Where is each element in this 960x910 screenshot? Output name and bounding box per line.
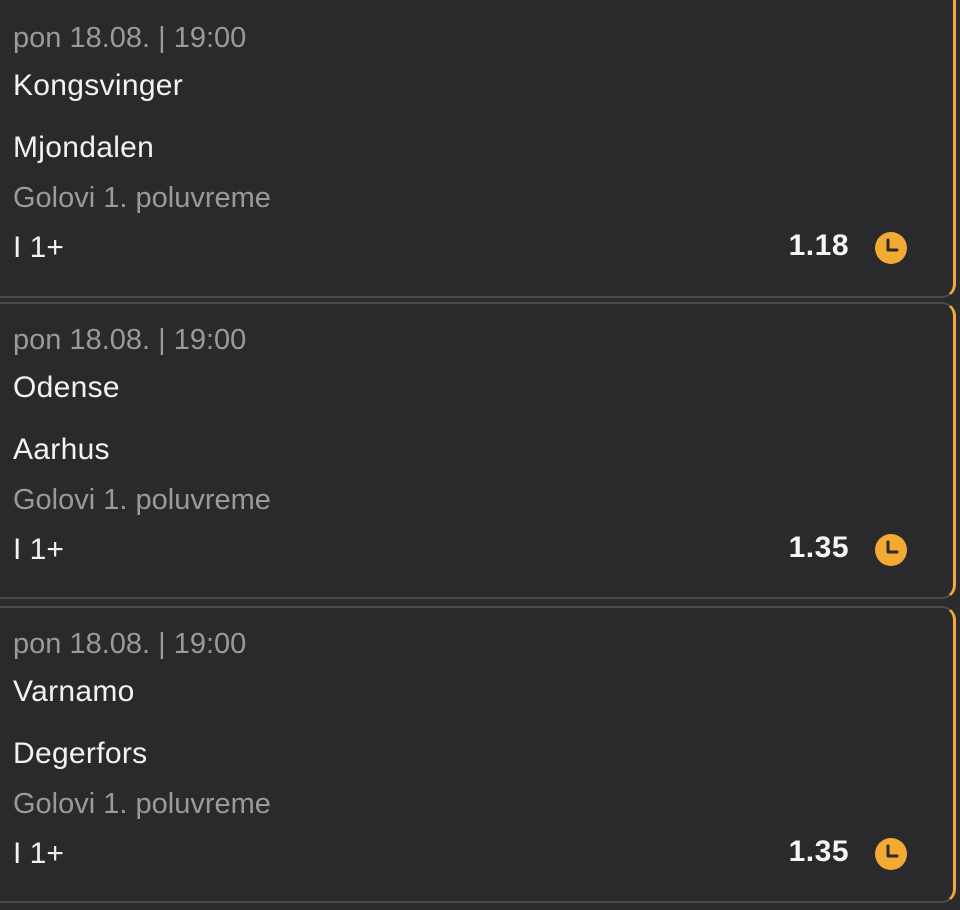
clock-icon: [875, 232, 907, 264]
bet-odds: 1.35: [788, 531, 849, 564]
bet-odds: 1.18: [788, 229, 849, 262]
ticket-card[interactable]: pon 18.08. | 19:00 Varnamo Degerfors Gol…: [0, 606, 956, 903]
away-team: Mjondalen: [13, 131, 155, 164]
bet-market: Golovi 1. poluvreme: [13, 788, 271, 820]
ticket-card[interactable]: pon 18.08. | 19:00 Kongsvinger Mjondalen…: [0, 0, 956, 298]
home-team: Kongsvinger: [13, 69, 184, 102]
ticket-card-content: pon 18.08. | 19:00 Kongsvinger Mjondalen…: [13, 0, 953, 296]
bet-pick: I 1+: [13, 533, 64, 566]
clock-icon: [875, 838, 907, 870]
bet-pick: I 1+: [13, 837, 64, 870]
bet-odds: 1.35: [788, 835, 849, 868]
ticket-card-content: pon 18.08. | 19:00 Varnamo Degerfors Gol…: [13, 608, 953, 901]
away-team: Degerfors: [13, 737, 148, 770]
ticket-card[interactable]: pon 18.08. | 19:00 Odense Aarhus Golovi …: [0, 302, 956, 599]
ticket-list: pon 18.08. | 19:00 Kongsvinger Mjondalen…: [0, 0, 960, 910]
match-datetime: pon 18.08. | 19:00: [13, 324, 247, 356]
match-datetime: pon 18.08. | 19:00: [13, 628, 247, 660]
bet-market: Golovi 1. poluvreme: [13, 182, 271, 214]
home-team: Odense: [13, 371, 120, 404]
ticket-card-content: pon 18.08. | 19:00 Odense Aarhus Golovi …: [13, 304, 953, 597]
clock-icon: [875, 534, 907, 566]
home-team: Varnamo: [13, 675, 135, 708]
match-datetime: pon 18.08. | 19:00: [13, 22, 247, 54]
bet-pick: I 1+: [13, 231, 64, 264]
away-team: Aarhus: [13, 433, 110, 466]
bet-market: Golovi 1. poluvreme: [13, 484, 271, 516]
